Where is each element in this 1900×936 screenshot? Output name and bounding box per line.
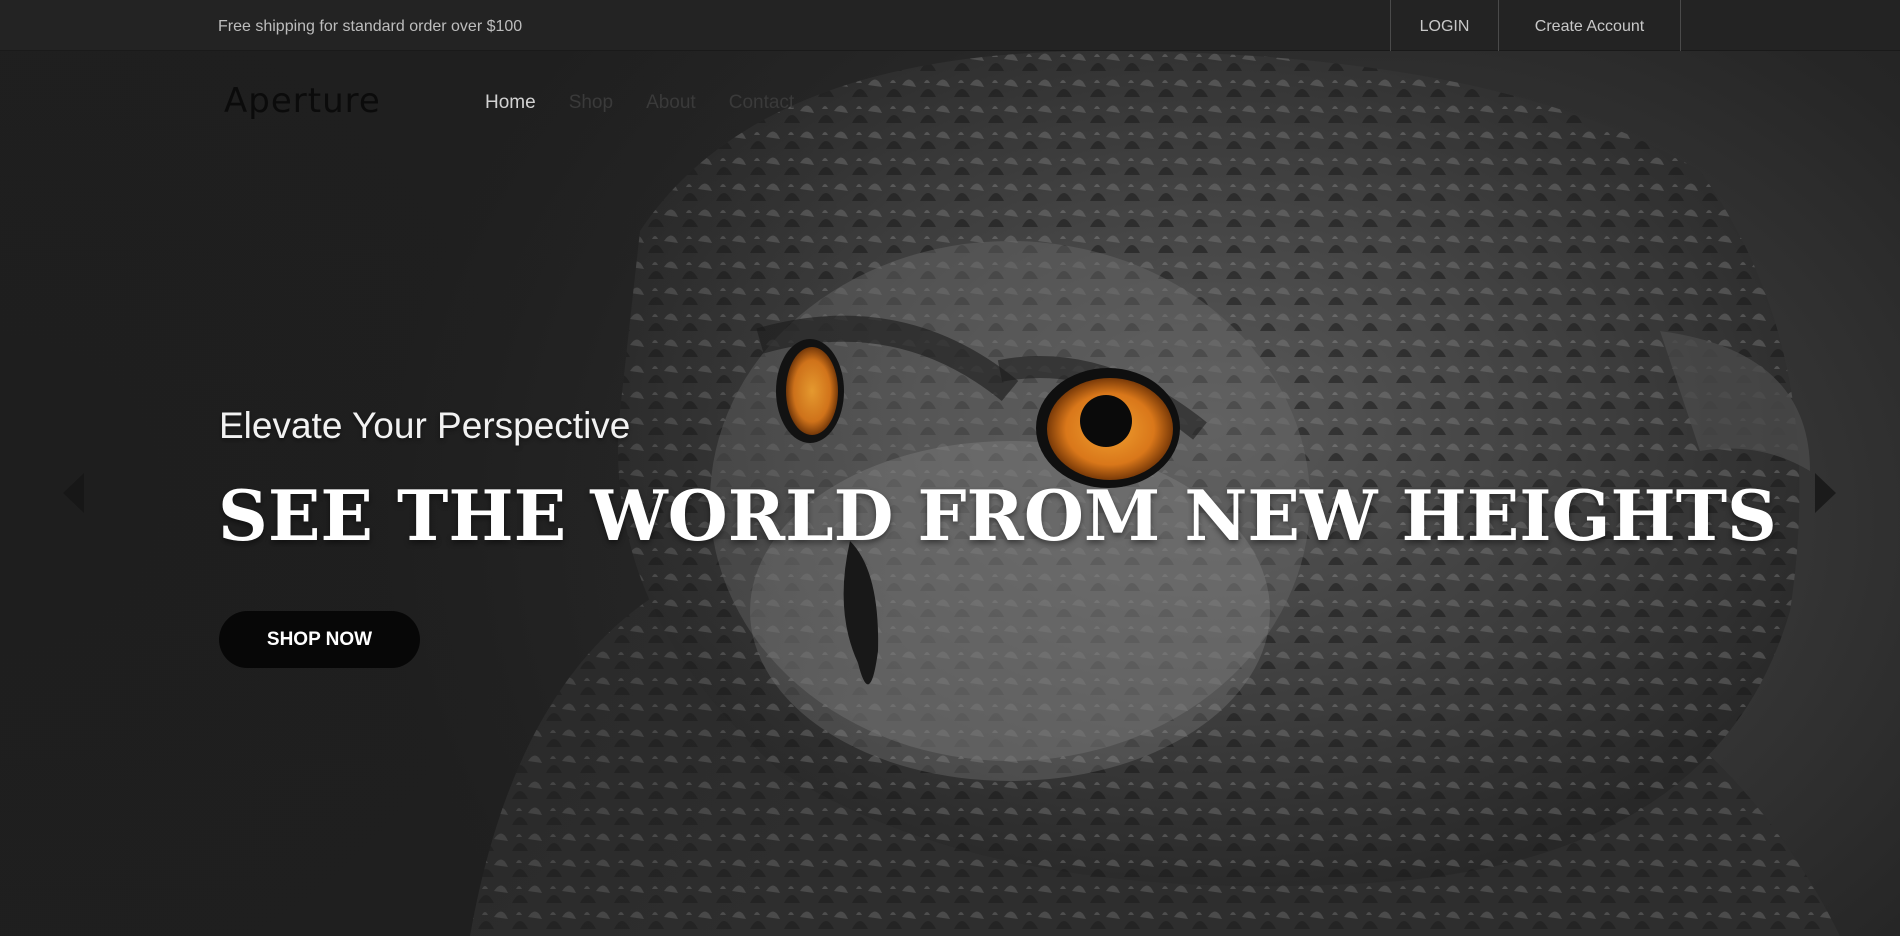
login-link[interactable]: LOGIN	[1390, 0, 1498, 51]
hero-slider: Aperture Home Shop About Contact Elevate…	[0, 51, 1900, 936]
nav-home[interactable]: Home	[485, 92, 536, 114]
shop-now-button[interactable]: SHOP NOW	[219, 611, 420, 668]
chevron-right-icon[interactable]	[1815, 473, 1836, 513]
hero-subtitle: Elevate Your Perspective	[219, 405, 631, 446]
page: Free shipping for standard order over $1…	[0, 0, 1900, 936]
create-account-link[interactable]: Create Account	[1498, 0, 1681, 51]
nav-contact[interactable]: Contact	[729, 92, 794, 114]
account-links: LOGIN Create Account	[1390, 0, 1681, 51]
nav-shop[interactable]: Shop	[569, 92, 613, 114]
shipping-notice: Free shipping for standard order over $1…	[218, 18, 523, 35]
nav-about[interactable]: About	[646, 92, 696, 114]
main-nav: Home Shop About Contact	[485, 92, 827, 114]
site-logo[interactable]: Aperture	[224, 81, 381, 121]
top-bar: Free shipping for standard order over $1…	[0, 0, 1900, 51]
hero-headline: SEE THE WORLD FROM NEW HEIGHTS	[218, 476, 1777, 557]
chevron-left-icon[interactable]	[63, 473, 84, 513]
